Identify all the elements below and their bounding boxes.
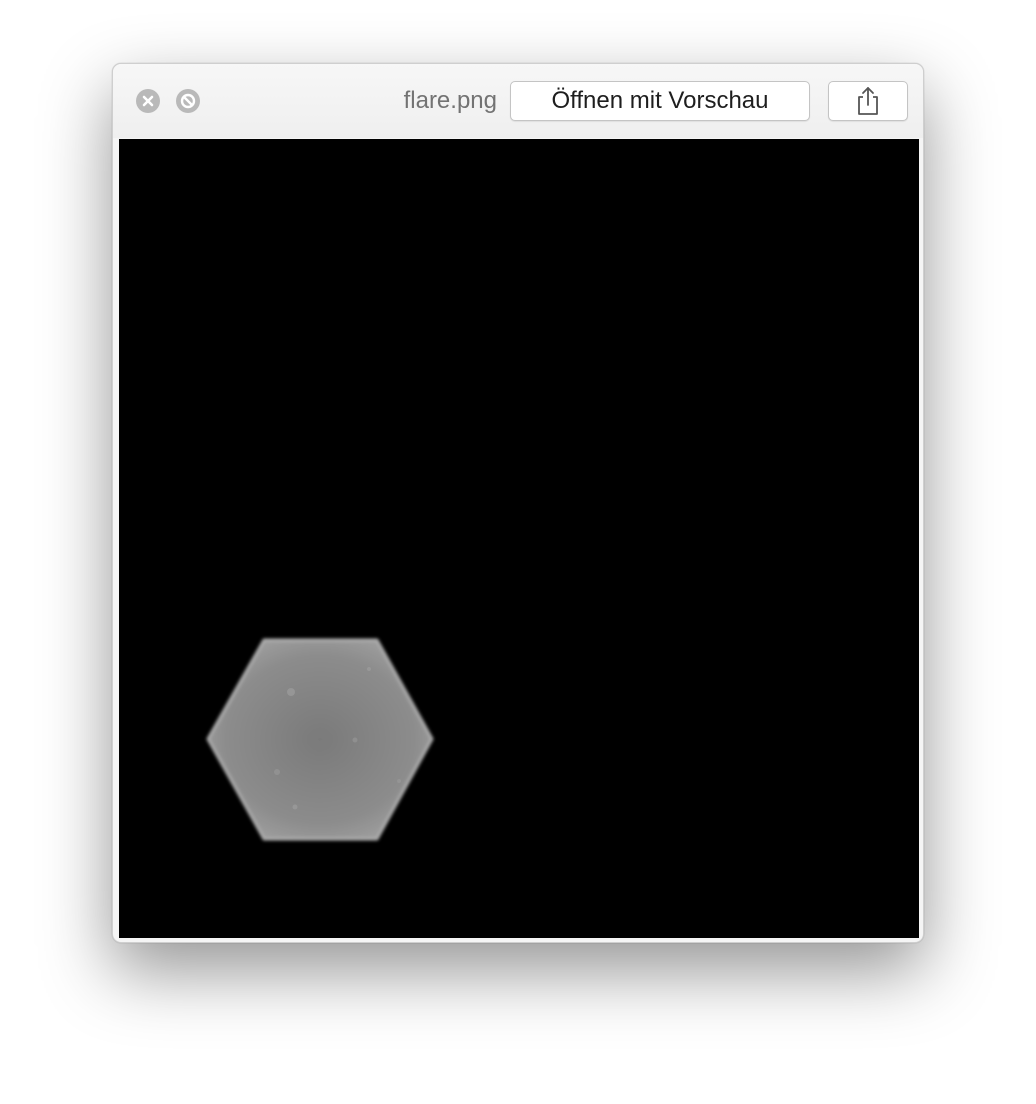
hexagon-shape	[206, 638, 434, 841]
image-preview	[119, 139, 919, 938]
quicklook-window: flare.png Öffnen mit Vorschau	[112, 63, 924, 943]
close-button[interactable]	[136, 89, 160, 113]
titlebar[interactable]: flare.png Öffnen mit Vorschau	[113, 64, 923, 138]
hexagon-flare-image	[206, 638, 434, 841]
screen: flare.png Öffnen mit Vorschau	[0, 0, 1036, 1104]
close-icon	[142, 95, 154, 107]
share-icon	[858, 87, 878, 115]
window-title: flare.png	[403, 87, 497, 114]
open-with-preview-button[interactable]: Öffnen mit Vorschau	[510, 81, 810, 121]
share-button[interactable]	[828, 81, 908, 121]
fullscreen-button[interactable]	[176, 89, 200, 113]
fullscreen-icon	[180, 93, 196, 109]
